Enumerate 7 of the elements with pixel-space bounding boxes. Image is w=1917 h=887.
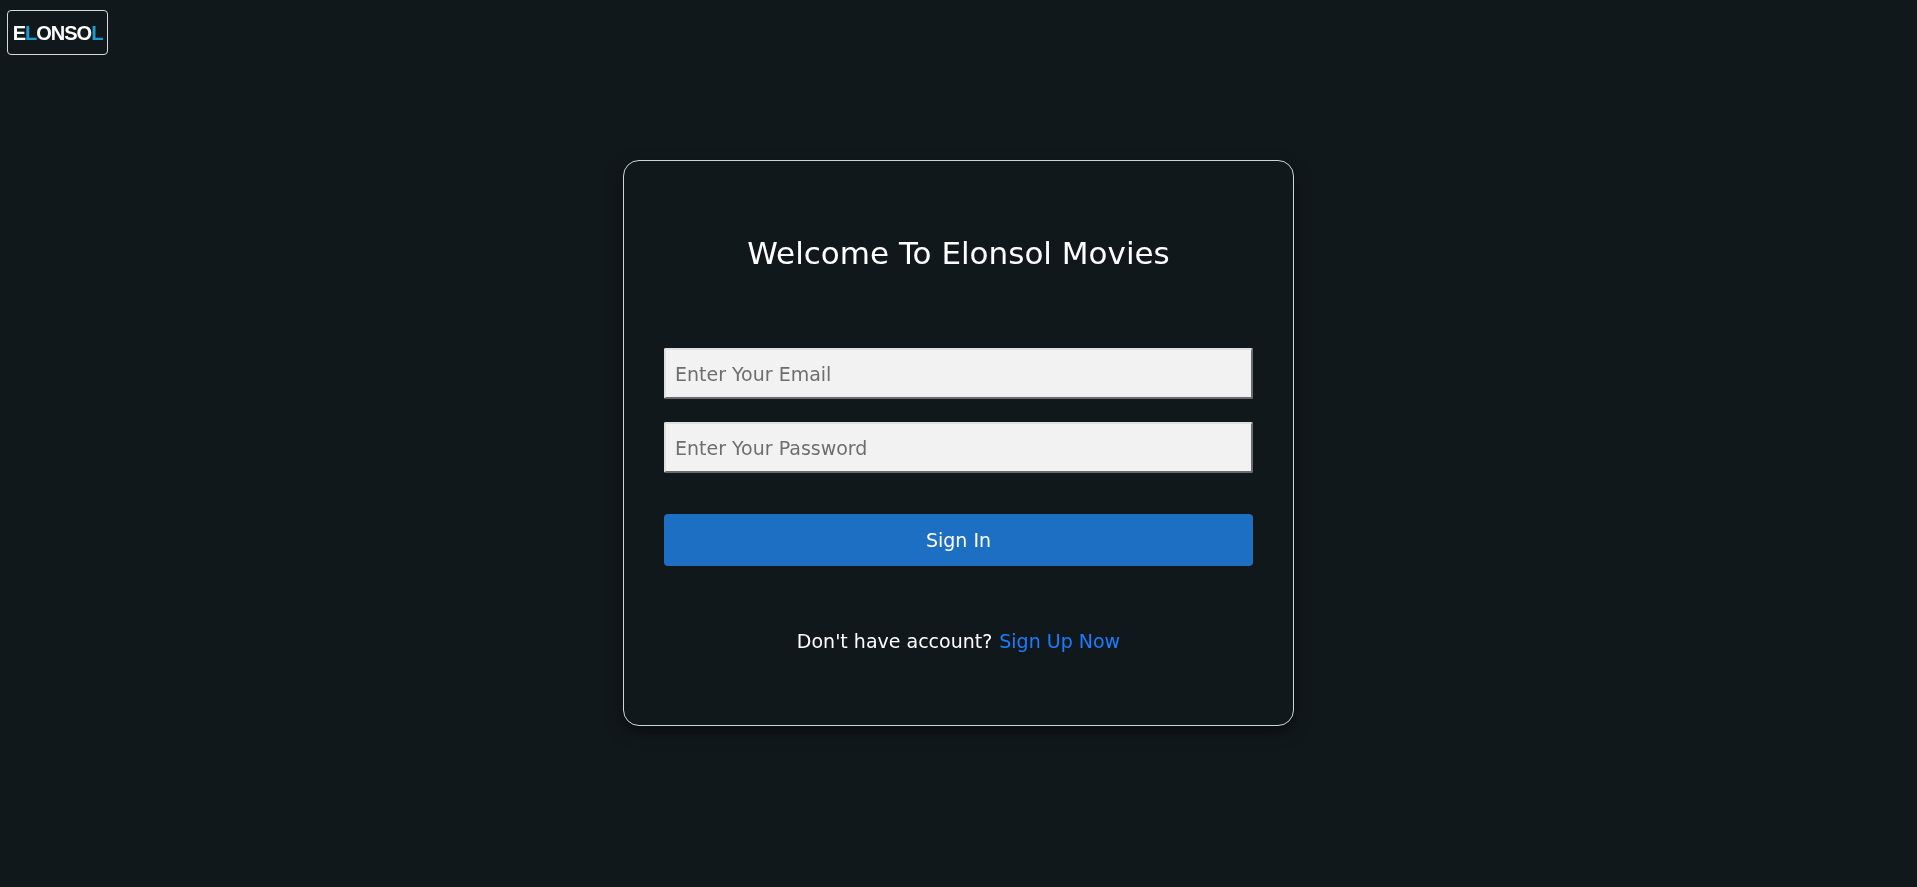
account-prompt: Don't have account? [796, 629, 993, 654]
sign-up-link[interactable]: Sign Up Now [999, 628, 1121, 654]
sign-in-button[interactable]: Sign In [664, 514, 1253, 566]
email-field[interactable]: Enter Your Email [664, 348, 1253, 399]
password-field[interactable]: Enter Your Password [664, 422, 1253, 473]
welcome-title: Welcome To Elonsol Movies [746, 234, 1171, 273]
logo[interactable]: ELONSOL [7, 10, 108, 55]
